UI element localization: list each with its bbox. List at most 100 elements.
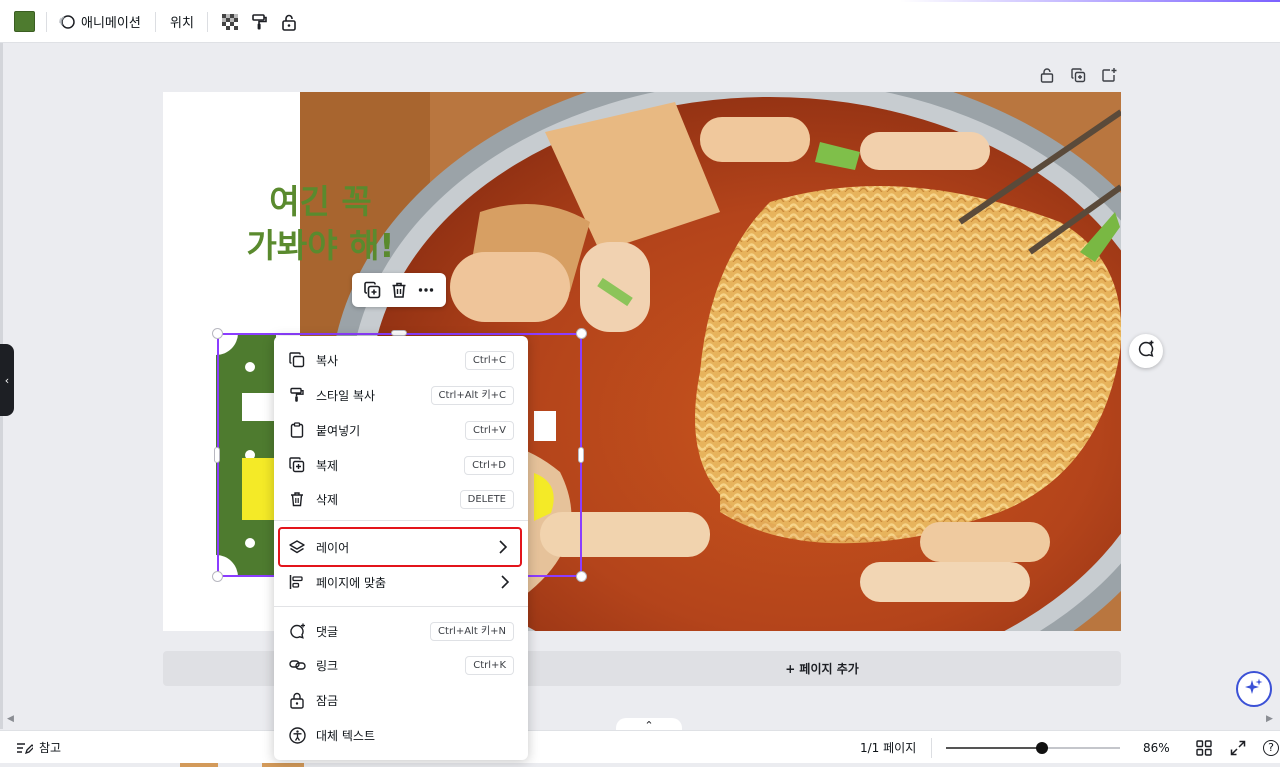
element-floating-toolbar [352,273,446,307]
menu-divider [274,520,528,521]
color-swatch-button[interactable] [14,11,35,32]
add-page-icon[interactable] [1098,64,1120,86]
notes-button[interactable]: 참고 [16,731,61,764]
help-icon: ? [1263,739,1279,756]
menu-item-label: 레이어 [316,540,350,555]
menu-item-comment[interactable]: 댓글 Ctrl+Alt 키+N [280,616,522,646]
magic-assistant-button[interactable] [1236,671,1272,707]
resize-handle-e[interactable] [578,447,584,463]
layers-icon [288,538,306,556]
shortcut-badge: Ctrl+V [464,421,514,440]
align-icon [288,573,306,591]
resize-handle-nw[interactable] [212,328,223,339]
chevron-right-icon [500,574,510,590]
chevron-right-icon [498,539,508,555]
zoom-slider-knob[interactable] [1035,742,1048,754]
transparency-icon[interactable] [219,11,240,32]
resize-handle-ne[interactable] [576,328,587,339]
chevron-left-icon: ‹ [4,373,10,387]
notes-icon [16,741,33,755]
shortcut-badge: Ctrl+D [464,456,514,475]
comment-add-icon [288,622,306,640]
menu-item-label: 페이지에 맞춤 [316,575,387,590]
animation-button[interactable]: 애니메이션 [58,0,141,43]
headline-line-2: 가봐야 해! [246,226,395,265]
scroll-left-icon[interactable]: ◀ [7,714,14,724]
side-panel-toggle[interactable]: ‹ [0,344,14,416]
toolbar-divider [155,12,156,32]
menu-item-alt-text[interactable]: 대체 텍스트 [280,720,522,750]
add-page-label: + 페이지 추가 [785,662,859,676]
zoom-slider[interactable] [946,742,1120,754]
thumbnail-strip [180,763,218,767]
duplicate-page-icon[interactable] [1067,64,1089,86]
lock-icon[interactable] [278,11,299,32]
thumbnail-strip [262,763,304,767]
menu-item-lock[interactable]: 잠금 [280,685,522,715]
menu-item-paste[interactable]: 붙여넣기 Ctrl+V [280,415,522,445]
paint-roller-icon [288,386,306,404]
notes-label: 참고 [39,741,62,755]
bottombar-divider [931,738,932,758]
lock-icon [288,691,306,709]
animation-icon [58,13,76,31]
link-icon [288,656,306,674]
grid-view-icon[interactable] [1196,731,1212,764]
clipboard-icon [288,421,306,439]
menu-item-align-to-page[interactable]: 페이지에 맞춤 [280,567,522,597]
resize-handle-se[interactable] [576,571,587,582]
menu-item-delete[interactable]: 삭제 DELETE [280,484,522,514]
trash-icon [288,490,306,508]
page-lock-icon[interactable] [1036,64,1058,86]
shortcut-badge: DELETE [459,490,514,509]
zoom-level-label: 86% [1143,740,1170,755]
menu-item-label: 대체 텍스트 [316,728,376,743]
menu-item-label: 붙여넣기 [316,423,361,438]
page-indicator[interactable]: 1/1 페이지 [860,731,916,764]
zoom-level-button[interactable]: 86% [1143,731,1170,764]
page-indicator-label: 1/1 페이지 [860,741,917,755]
toolbar-divider [207,12,208,32]
headline-line-1: 여긴 꼭 [269,182,372,221]
position-button[interactable]: 위치 [170,0,194,43]
menu-item-label: 복사 [316,353,339,368]
shortcut-badge: Ctrl+K [465,656,514,675]
copy-icon [288,351,306,369]
menu-item-label: 링크 [316,658,339,673]
shortcut-badge: Ctrl+C [464,351,514,370]
comment-add-icon [1137,340,1155,362]
scroll-right-icon[interactable]: ▶ [1266,714,1273,724]
more-icon[interactable] [415,279,437,301]
shortcut-badge: Ctrl+Alt 키+N [430,622,514,641]
bottom-bar: 참고 1/1 페이지 86% ? [0,730,1280,763]
menu-item-label: 잠금 [316,693,339,708]
menu-item-label: 스타일 복사 [316,388,376,403]
position-label: 위치 [170,16,194,31]
menu-item-layer[interactable]: 레이어 [278,527,522,567]
accessibility-icon [288,726,306,744]
animation-label: 애니메이션 [81,16,141,31]
menu-item-duplicate[interactable]: 복제 Ctrl+D [280,450,522,480]
menu-item-label: 댓글 [316,624,339,639]
resize-handle-w[interactable] [214,447,220,463]
resize-handle-sw[interactable] [212,571,223,582]
menu-item-copy-style[interactable]: 스타일 복사 Ctrl+Alt 키+C [280,380,522,410]
shortcut-badge: Ctrl+Alt 키+C [430,386,514,405]
menu-item-label: 복제 [316,458,339,473]
menu-item-copy[interactable]: 복사 Ctrl+C [280,345,522,375]
headline-text[interactable]: 여긴 꼭 가봐야 해! [223,180,418,268]
menu-item-label: 삭제 [316,492,339,507]
add-comment-button[interactable] [1129,334,1163,368]
menu-item-link[interactable]: 링크 Ctrl+K [280,650,522,680]
sparkle-icon [1244,677,1264,701]
duplicate-icon [288,456,306,474]
trash-icon[interactable] [388,279,410,301]
fullscreen-icon[interactable] [1230,731,1246,764]
toolbar-divider [46,12,47,32]
menu-divider [274,606,528,607]
top-toolbar: 애니메이션 위치 [0,0,1280,43]
context-menu: 복사 Ctrl+C 스타일 복사 Ctrl+Alt 키+C 붙여넣기 Ctrl+… [274,336,528,760]
duplicate-icon[interactable] [361,279,383,301]
help-button[interactable]: ? [1263,731,1279,764]
paint-roller-icon[interactable] [248,11,269,32]
